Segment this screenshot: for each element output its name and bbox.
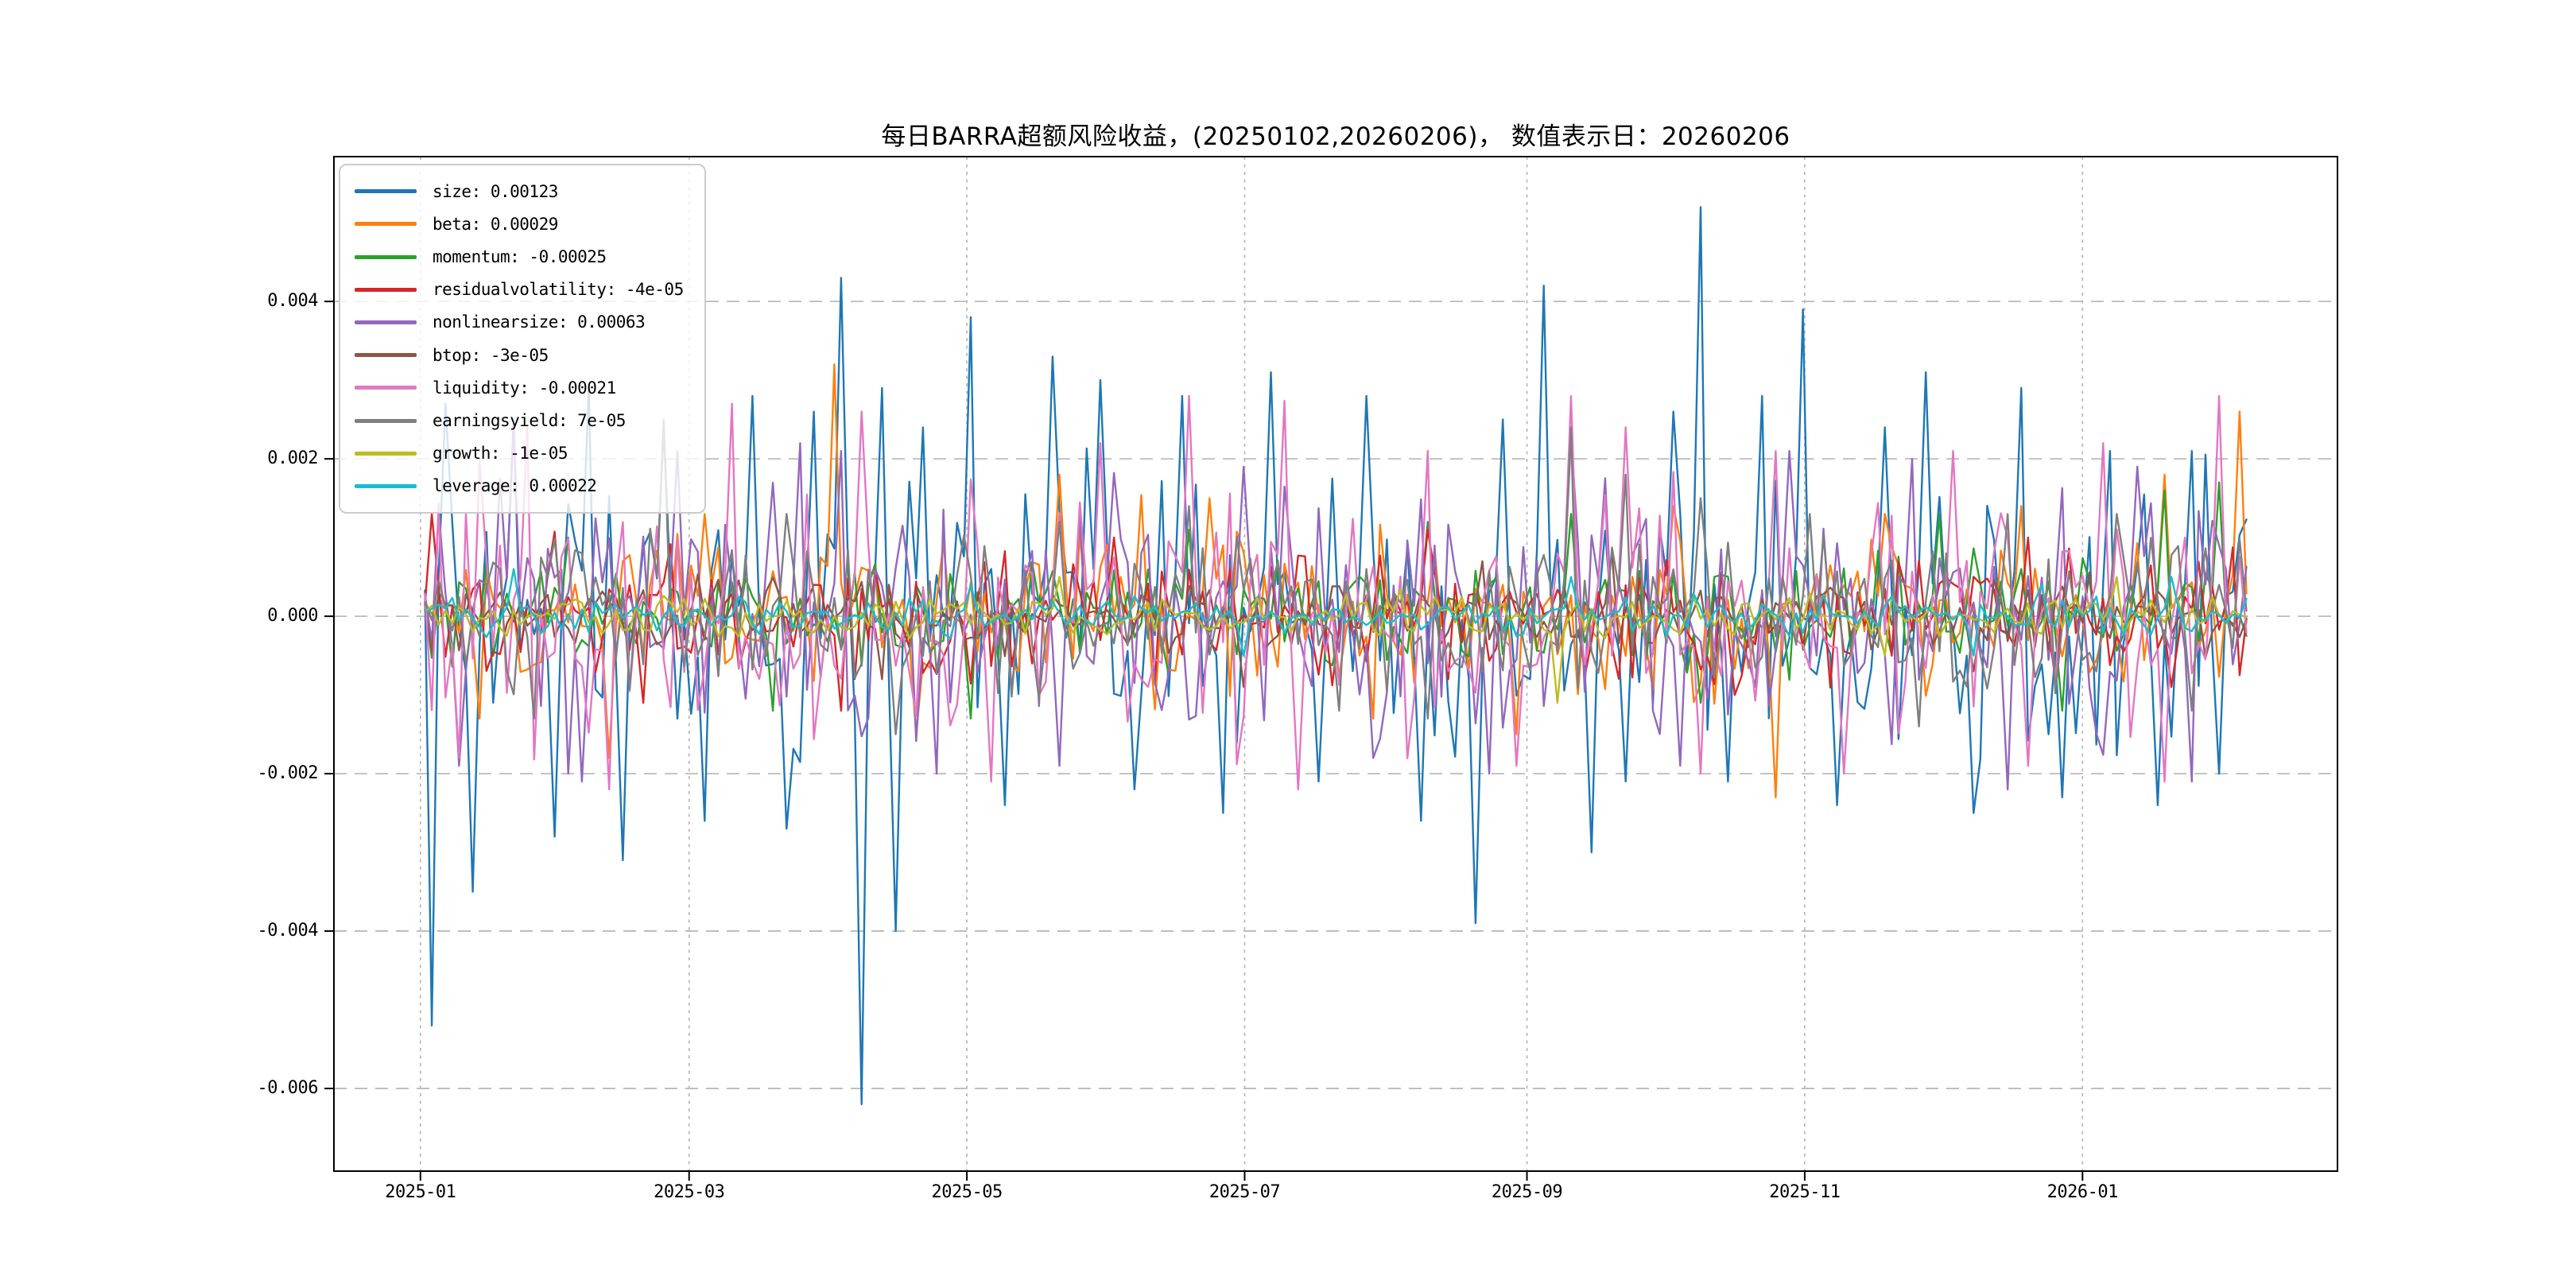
y-tick-label: 0.002 (267, 448, 318, 469)
legend-item-nonlinearsize: nonlinearsize: 0.00063 (355, 306, 684, 339)
x-tick-label: 2025-09 (1491, 1182, 1563, 1202)
legend-item-earningsyield: earningsyield: 7e-05 (355, 404, 684, 436)
legend-label: size: 0.00123 (433, 181, 558, 201)
x-tick-label: 2026-01 (2046, 1182, 2119, 1202)
legend-swatch-btop (355, 353, 417, 358)
legend-swatch-size (355, 189, 417, 194)
legend-label: liquidity: -0.00021 (433, 378, 616, 398)
x-tick-label: 2025-07 (1208, 1182, 1281, 1202)
x-tick-label: 2025-01 (385, 1182, 456, 1202)
legend-item-residualvolatility: residualvolatility: -4e-05 (355, 274, 684, 306)
legend-item-btop: btop: -3e-05 (355, 339, 684, 371)
x-tick-label: 2025-05 (931, 1182, 1003, 1202)
figure: 每日BARRA超额风险收益，(20250102,20260206)， 数值表示日… (0, 0, 2576, 1288)
y-tick-label: -0.004 (257, 921, 319, 941)
legend-item-leverage: leverage: 0.00022 (355, 470, 684, 502)
legend-box: size: 0.00123 beta: 0.00029 momentum: -0.0… (339, 164, 706, 514)
legend-item-beta: beta: 0.00029 (355, 208, 684, 240)
y-tick-label: -0.006 (257, 1078, 319, 1099)
y-tick-label: -0.002 (257, 763, 319, 784)
legend-swatch-liquidity (355, 386, 417, 390)
y-tick-label: 0.000 (267, 606, 318, 627)
legend-swatch-growth (355, 451, 417, 456)
legend-label: momentum: -0.00025 (433, 247, 607, 266)
x-tick-label: 2025-03 (654, 1182, 725, 1202)
legend-label: earningsyield: 7e-05 (433, 411, 626, 431)
legend-item-momentum: momentum: -0.00025 (355, 240, 684, 273)
legend-label: growth: -1e-05 (433, 444, 568, 464)
legend-label: leverage: 0.00022 (433, 476, 597, 496)
chart-title: 每日BARRA超额风险收益，(20250102,20260206)， 数值表示日… (881, 122, 1790, 151)
legend-label: residualvolatility: -4e-05 (433, 280, 684, 300)
y-tick-label: 0.004 (267, 291, 318, 312)
legend-swatch-nonlinearsize (355, 320, 417, 324)
legend-swatch-leverage (355, 483, 417, 488)
legend-label: beta: 0.00029 (433, 214, 558, 234)
legend-swatch-beta (355, 222, 417, 227)
legend-item-size: size: 0.00123 (355, 175, 684, 208)
legend-swatch-momentum (355, 254, 417, 259)
legend-swatch-earningsyield (355, 418, 417, 423)
legend-item-liquidity: liquidity: -0.00021 (355, 371, 684, 404)
legend-swatch-residualvolatility (355, 287, 417, 292)
legend-item-growth: growth: -1e-05 (355, 437, 684, 470)
legend-label: btop: -3e-05 (433, 345, 549, 365)
x-tick-label: 2025-11 (1769, 1182, 1841, 1202)
legend-label: nonlinearsize: 0.00063 (433, 312, 646, 332)
